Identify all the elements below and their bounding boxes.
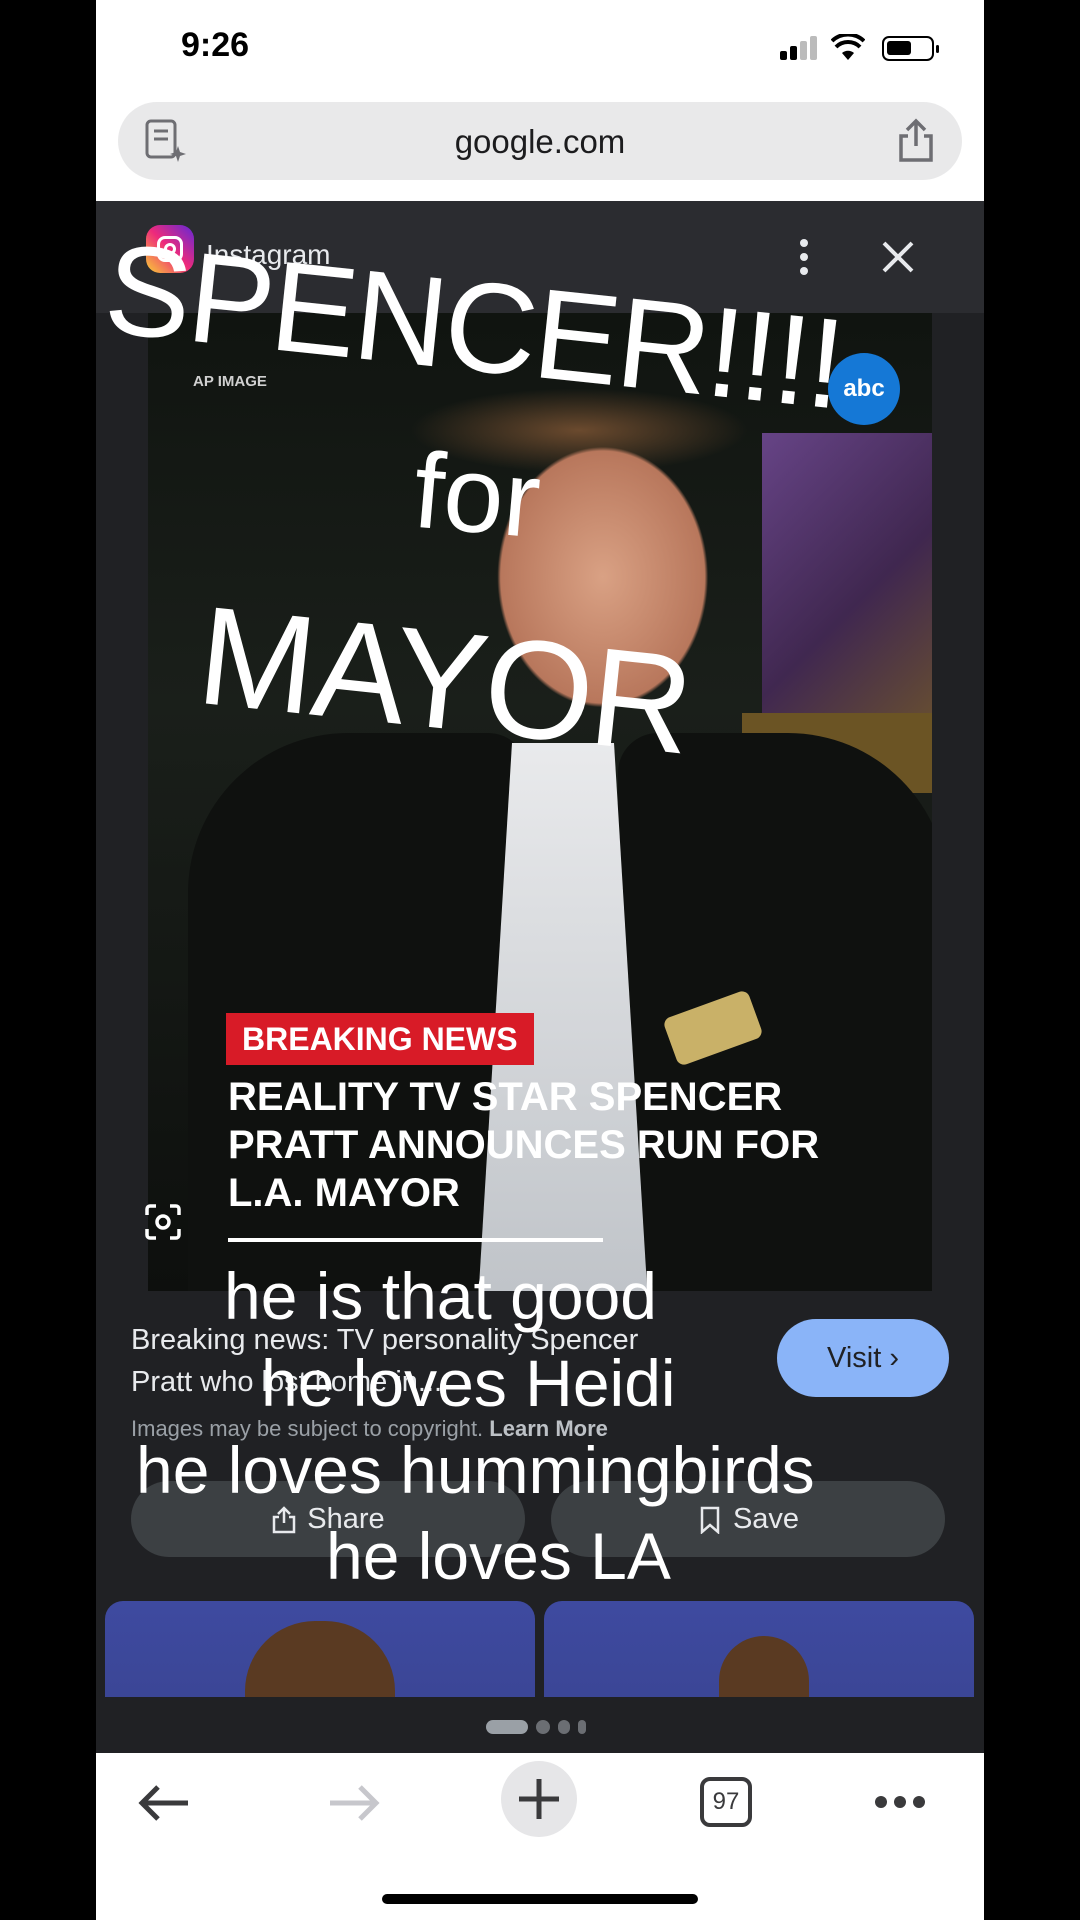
bookmark-icon: [700, 1507, 720, 1535]
forward-arrow-icon[interactable]: [326, 1783, 382, 1823]
chevron-right-icon: ›: [889, 1342, 899, 1374]
status-time: 9:26: [181, 26, 250, 64]
overlay-title-for: for: [408, 428, 546, 561]
more-options-icon[interactable]: [796, 237, 812, 277]
visit-label: Visit: [827, 1342, 882, 1374]
plus-icon: [519, 1779, 559, 1819]
url-text[interactable]: google.com: [118, 123, 962, 161]
breaking-news-badge: BREAKING NEWS: [226, 1013, 534, 1065]
visit-button[interactable]: Visit ›: [777, 1319, 949, 1397]
close-icon[interactable]: [880, 239, 916, 275]
page-indicator: [486, 1720, 606, 1734]
phone-screen: 9:26 google.com Instagram AP IMAGE abc B…: [96, 0, 984, 1920]
share-icon: [273, 1506, 296, 1534]
overlay-caption: he is that good: [224, 1259, 657, 1333]
overlay-caption: he loves Heidi: [261, 1346, 676, 1420]
more-menu-icon[interactable]: [874, 1795, 926, 1809]
related-image-thumbnail[interactable]: [105, 1601, 535, 1697]
battery-icon: [882, 36, 939, 61]
cellular-signal-icon: [780, 36, 820, 60]
overlay-caption: he loves hummingbirds: [136, 1433, 815, 1507]
google-lens-icon[interactable]: [144, 1203, 182, 1241]
home-indicator: [382, 1894, 698, 1904]
overlay-caption: he loves LA: [326, 1519, 671, 1593]
wifi-icon: [831, 34, 865, 60]
tab-switcher-button[interactable]: 97: [700, 1777, 752, 1827]
news-headline: REALITY TV STAR SPENCER PRATT ANNOUNCES …: [228, 1075, 820, 1215]
address-bar[interactable]: google.com: [118, 102, 962, 180]
headline-divider: [228, 1238, 603, 1242]
browser-toolbar: 97: [96, 1753, 984, 1920]
status-bar: 9:26: [96, 0, 984, 100]
new-tab-button[interactable]: [501, 1761, 577, 1837]
related-image-thumbnail[interactable]: [544, 1601, 974, 1697]
share-icon[interactable]: [896, 118, 936, 164]
back-arrow-icon[interactable]: [136, 1783, 192, 1823]
